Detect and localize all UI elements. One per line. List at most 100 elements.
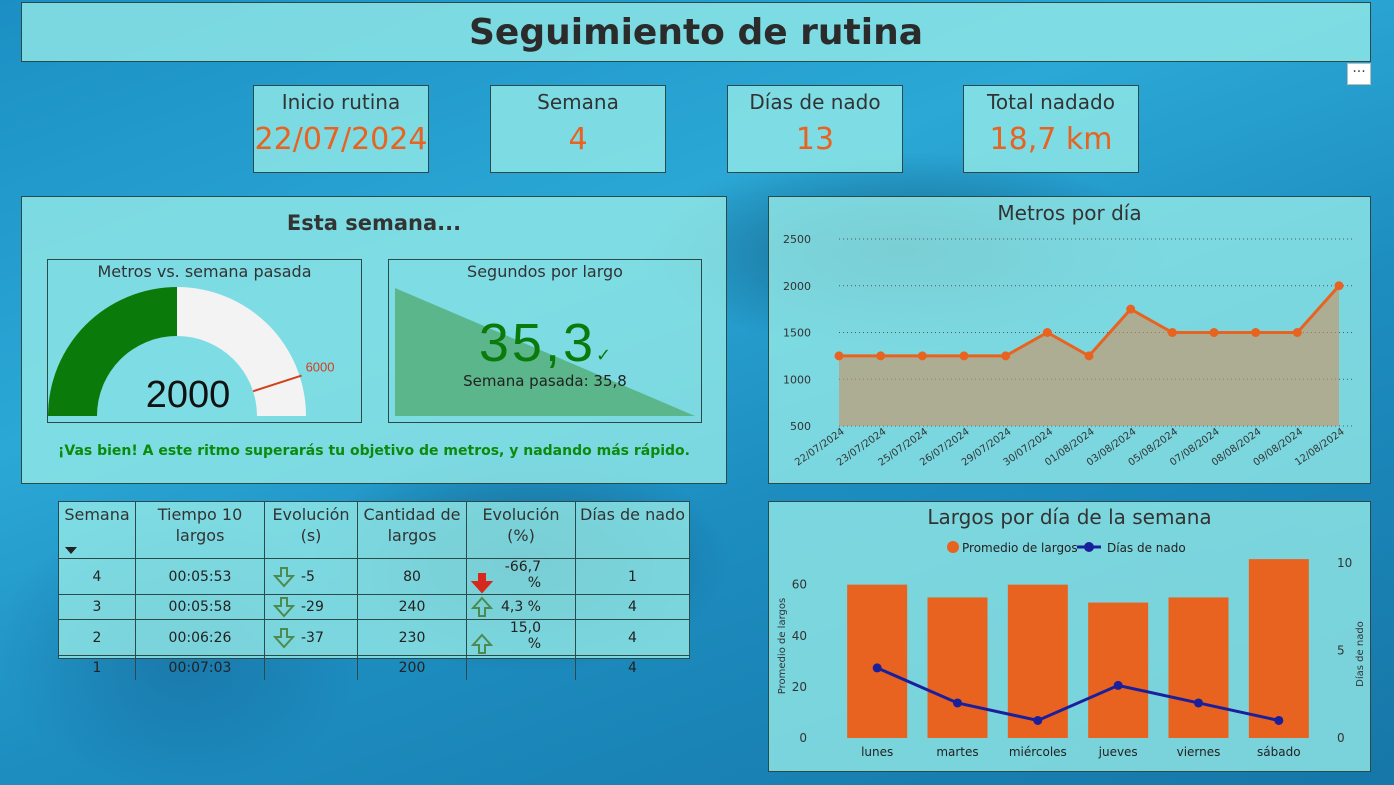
cell-evolucion-s: -37 [264, 619, 358, 656]
data-point [834, 351, 844, 361]
y-tick-label: 0 [799, 731, 807, 745]
evolucion-s-value: -29 [301, 599, 324, 615]
data-point [1167, 328, 1177, 337]
table-row[interactable]: 4 00:05:53 -5 80 -66,7 % 1 [59, 558, 689, 595]
col-header-dias[interactable]: Días de nado [576, 502, 690, 559]
kpi-card-semana: Semana 4 [490, 85, 666, 173]
cell-evolucion-pct [466, 655, 576, 680]
y-tick-label: 60 [792, 578, 807, 592]
cell-dias: 4 [575, 594, 689, 620]
status-message: ¡Vas bien! A este ritmo superarás tu obj… [58, 443, 690, 459]
kpi-label: Inicio rutina [281, 90, 401, 114]
x-tick-label: lunes [861, 745, 893, 759]
evolucion-pct-value: -66,7 % [504, 559, 541, 591]
kpi-card-total: Total nadado 18,7 km [963, 85, 1139, 173]
cell-dias: 4 [575, 655, 689, 680]
y-tick-label: 20 [792, 680, 807, 694]
arrow-down-icon [273, 566, 295, 587]
data-point [917, 351, 927, 361]
cell-cantidad: 240 [357, 594, 467, 620]
y2-tick-label: 0 [1337, 731, 1345, 745]
kpi-value: 4 [568, 122, 588, 157]
secs-prev-label: Semana pasada: 35,8 [463, 372, 627, 390]
data-point [876, 351, 886, 361]
kpi-label: Días de nado [749, 90, 881, 114]
cell-tiempo: 00:06:26 [135, 619, 265, 656]
col-header-evolucion-pct[interactable]: Evolución (%) [466, 502, 576, 559]
cell-evolucion-s: -29 [264, 594, 358, 620]
col-header-semana[interactable]: Semana [59, 502, 136, 559]
cell-semana: 3 [59, 594, 136, 620]
y-tick-label: 40 [792, 629, 807, 643]
bar [847, 584, 908, 738]
cell-dias: 4 [575, 619, 689, 656]
weekly-table: Semana Tiempo 10 largos Evolución (s) Ca… [59, 502, 689, 680]
y-axis-label: Promedio de largos [777, 598, 788, 694]
evolucion-s-value: -37 [301, 629, 324, 646]
bar [1168, 597, 1229, 738]
y2-tick-label: 5 [1337, 643, 1345, 657]
table-row[interactable]: 1 00:07:03 200 4 [59, 655, 689, 680]
cell-evolucion-pct: 4,3 % [466, 594, 576, 620]
gauge-target-label: 6000 [306, 360, 335, 375]
data-point [1274, 715, 1284, 725]
esta-semana-panel: Esta semana... Metros vs. semana pasada … [21, 196, 727, 484]
x-tick-label: sábado [1257, 745, 1301, 759]
more-options-button[interactable]: ··· [1347, 63, 1371, 85]
table-row[interactable]: 2 00:06:26 -37 230 15,0 % 4 [59, 619, 689, 656]
col-header-cantidad[interactable]: Cantidad de largos [357, 502, 467, 559]
table-header-row: Semana Tiempo 10 largos Evolución (s) Ca… [59, 502, 689, 559]
secs-value: 35,3 [478, 313, 596, 373]
data-point [1251, 328, 1261, 337]
data-point [1042, 328, 1052, 337]
x-tick-label: viernes [1177, 745, 1221, 759]
table-row[interactable]: 3 00:05:58 -29 240 4,3 % 4 [59, 594, 689, 620]
cell-dias: 1 [575, 558, 689, 595]
arrow-up-icon [471, 596, 493, 617]
x-tick-label: martes [936, 745, 978, 759]
data-point [959, 351, 969, 361]
evolucion-s-value: -5 [301, 568, 315, 585]
metros-chart: 500100015002000250022/07/202423/07/20242… [783, 233, 1353, 469]
data-point [1001, 351, 1011, 361]
cell-semana: 1 [59, 655, 136, 680]
x-tick-label: jueves [1098, 745, 1138, 759]
weekly-table-panel: Semana Tiempo 10 largos Evolución (s) Ca… [58, 501, 690, 680]
cell-evolucion-pct: 15,0 % [466, 619, 576, 656]
data-point [1334, 281, 1344, 291]
cell-evolucion-s [264, 655, 358, 680]
legend-marker [1084, 542, 1094, 552]
col-header-evolucion-s[interactable]: Evolución (s) [264, 502, 358, 559]
data-point [1209, 328, 1219, 337]
y-tick-label: 1500 [783, 327, 811, 340]
kpi-value: 18,7 km [989, 122, 1113, 157]
kpi-value: 13 [795, 122, 835, 157]
cell-semana: 4 [59, 558, 136, 595]
cell-cantidad: 80 [357, 558, 467, 595]
gauge-card[interactable]: Metros vs. semana pasada 6000 2000 [47, 259, 362, 423]
cell-evolucion-pct: -66,7 % [466, 558, 576, 595]
largos-chart-panel: Largos por día de la semana Promedio de … [768, 501, 1371, 772]
legend-label: Días de nado [1107, 541, 1186, 555]
legend-item: Días de nado [1077, 541, 1186, 555]
y-tick-label: 500 [790, 420, 811, 433]
y-tick-label: 2000 [783, 280, 811, 293]
cell-cantidad: 200 [357, 655, 467, 680]
page-title: Seguimiento de rutina [468, 11, 924, 53]
y2-axis-label: Días de nado [1354, 621, 1366, 687]
evolucion-pct-value: 4,3 % [500, 599, 541, 615]
data-point [1113, 680, 1123, 690]
kpi-value: 22/07/2024 [254, 122, 428, 157]
y-tick-label: 1000 [783, 373, 811, 386]
arrow-down-icon [273, 597, 295, 618]
col-header-tiempo[interactable]: Tiempo 10 largos [135, 502, 265, 559]
arrow-down-icon [273, 627, 295, 648]
data-point [1292, 328, 1302, 337]
cell-cantidad: 230 [357, 619, 467, 656]
legend-label: Promedio de largos [962, 541, 1078, 555]
cell-semana: 2 [59, 619, 136, 656]
sort-desc-icon[interactable] [65, 547, 77, 554]
cell-tiempo: 00:05:58 [135, 594, 265, 620]
title-bar: Seguimiento de rutina [21, 2, 1371, 62]
secs-card[interactable]: Segundos por largo 35,3✓ Semana pasada: … [388, 259, 702, 423]
